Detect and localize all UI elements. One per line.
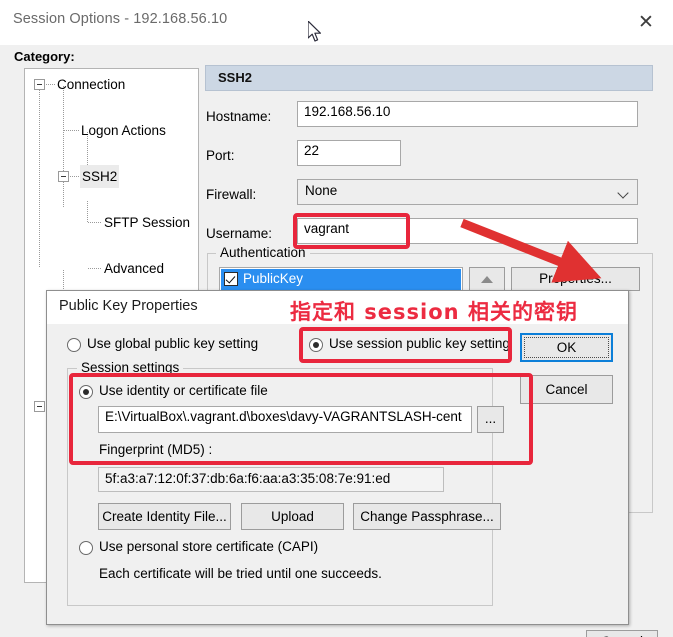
port-label: Port:: [206, 148, 235, 163]
tree-line: [63, 86, 64, 208]
tree-line: [64, 130, 79, 131]
radio-use-capi-certificate-label: Use personal store certificate (CAPI): [99, 539, 319, 554]
collapse-icon[interactable]: [58, 171, 69, 182]
public-key-properties-dialog: Public Key Properties Use global public …: [46, 290, 629, 625]
tree-item-connection[interactable]: Connection: [25, 73, 198, 96]
window-cancel-button[interactable]: Cancel: [586, 630, 658, 637]
create-identity-file-button[interactable]: Create Identity File...: [98, 503, 231, 530]
window-title: Session Options - 192.168.56.10: [13, 11, 228, 27]
pane-header-label: SSH2: [218, 70, 252, 85]
list-item-label: PublicKey: [243, 271, 304, 286]
tree-item-sftp-session[interactable]: SFTP Session: [25, 211, 198, 234]
tree-line: [70, 176, 80, 177]
capi-note: Each certificate will be tried until one…: [99, 566, 382, 581]
tree-item-logon-actions[interactable]: Logon Actions: [25, 119, 198, 142]
radio-use-global-public-key-label: Use global public key setting: [87, 336, 259, 351]
checkbox-icon[interactable]: [224, 272, 238, 286]
fingerprint-value: 5f:a3:a7:12:0f:37:db:6a:f6:aa:a3:35:08:7…: [98, 467, 444, 492]
radio-use-capi-certificate[interactable]: [79, 541, 93, 555]
radio-use-session-public-key-label: Use session public key setting: [329, 336, 510, 351]
tree-line: [46, 84, 56, 85]
tree-item-label: SFTP Session: [104, 215, 191, 230]
annotation-note: 指定和 session 相关的密钥: [289, 299, 579, 326]
username-label: Username:: [206, 226, 273, 241]
tree-item-advanced[interactable]: Advanced: [25, 257, 198, 280]
radio-use-identity-file-label: Use identity or certificate file: [99, 383, 268, 398]
mouse-pointer: [308, 21, 321, 42]
session-settings-group-title: Session settings: [77, 360, 184, 375]
tree-item-label: Logon Actions: [81, 123, 166, 138]
firewall-select[interactable]: None: [297, 179, 638, 205]
collapse-icon[interactable]: [34, 79, 45, 90]
authentication-group-title: Authentication: [216, 245, 310, 260]
ok-button[interactable]: OK: [520, 333, 613, 362]
tree-line: [88, 222, 102, 223]
firewall-label: Firewall:: [206, 187, 257, 202]
properties-button[interactable]: Properties...: [511, 267, 640, 291]
identity-path-input[interactable]: E:\VirtualBox\.vagrant.d\boxes\davy-VAGR…: [98, 406, 472, 433]
firewall-value: None: [305, 183, 338, 198]
move-up-button[interactable]: [469, 267, 505, 291]
close-icon[interactable]: ✕: [631, 8, 661, 36]
radio-use-session-public-key[interactable]: [309, 338, 323, 352]
ok-button-label: OK: [556, 340, 577, 355]
collapse-icon[interactable]: [34, 401, 45, 412]
hostname-label: Hostname:: [206, 109, 272, 124]
tree-item-label: SSH2: [80, 165, 120, 188]
category-label: Category:: [14, 49, 75, 64]
window-titlebar: Session Options - 192.168.56.10 ✕: [0, 0, 673, 45]
cancel-button[interactable]: Cancel: [520, 375, 613, 404]
app-window: Session Options - 192.168.56.10 ✕ Catego…: [0, 0, 673, 637]
username-input[interactable]: vagrant: [297, 218, 638, 244]
tree-item-label: Advanced: [104, 261, 165, 276]
chevron-down-icon: [619, 189, 628, 198]
fingerprint-label: Fingerprint (MD5) :: [99, 442, 213, 457]
tree-line: [88, 268, 102, 269]
port-input[interactable]: 22: [297, 140, 401, 166]
authentication-list[interactable]: PublicKey: [219, 267, 463, 291]
radio-use-global-public-key[interactable]: [67, 338, 81, 352]
dialog-title: Public Key Properties: [59, 298, 198, 314]
radio-use-identity-file[interactable]: [79, 385, 93, 399]
hostname-input[interactable]: 192.168.56.10: [297, 101, 638, 127]
tree-item-ssh2[interactable]: SSH2: [25, 165, 198, 188]
change-passphrase-button[interactable]: Change Passphrase...: [353, 503, 501, 530]
pane-header: SSH2: [205, 65, 653, 91]
upload-button[interactable]: Upload: [241, 503, 344, 530]
tree-item-label: Connection: [57, 77, 126, 92]
list-item[interactable]: PublicKey: [221, 269, 461, 290]
browse-button[interactable]: ...: [477, 406, 504, 433]
category-tree-inner: Connection Logon Actions SSH2 SFTP Sessi…: [25, 69, 198, 552]
